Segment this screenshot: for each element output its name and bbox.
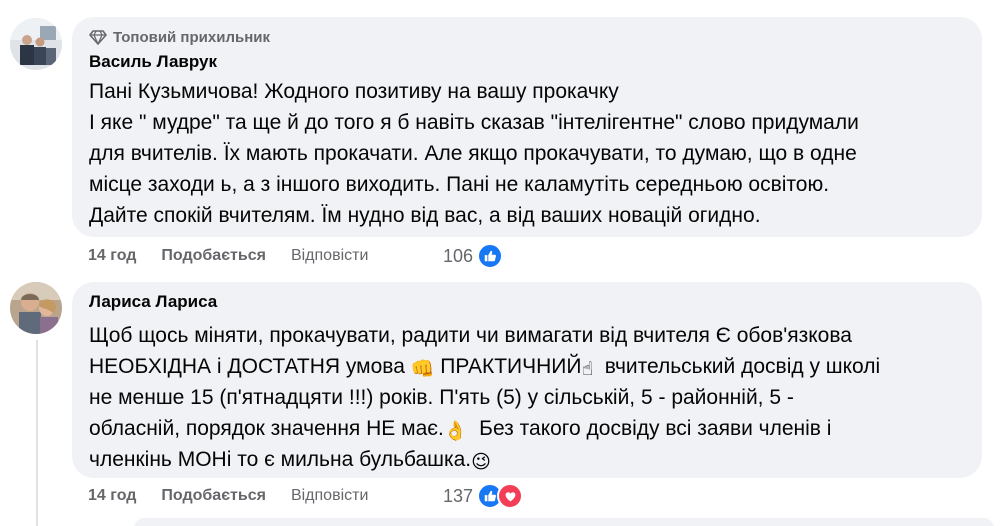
comment-segment: ПРАКТИЧНИЙ: [440, 355, 582, 378]
reply-button[interactable]: Відповісти: [291, 487, 368, 505]
diamond-icon: [89, 28, 107, 46]
fist-emoji: 👊: [410, 359, 435, 380]
like-button[interactable]: Подобається: [161, 487, 266, 505]
point-up-emoji: ☝: [581, 359, 594, 380]
comment-line: місце заходи ь, а з іншого виходить. Пан…: [89, 173, 830, 196]
avatar[interactable]: [10, 282, 62, 334]
thumbs-up-icon: [477, 243, 504, 269]
comment-segment: обласній, порядок значення НЕ має.: [89, 417, 444, 440]
comment-segment: Без такого досвіду всі заяви членів і: [479, 417, 832, 440]
comment-line: Щоб щось міняти, прокачувати, радити чи …: [89, 324, 852, 347]
comment-actions: 14 год Подобається Відповісти: [88, 242, 393, 270]
badge-label: Топовий прихильник: [113, 28, 270, 46]
comment-time[interactable]: 14 год: [88, 247, 136, 265]
avatar[interactable]: [10, 18, 62, 70]
comment-actions: 14 год Подобається Відповісти: [88, 482, 393, 510]
comment-bubble: Топовий прихильник Василь Лаврук Пані Ку…: [72, 17, 982, 237]
wink-emoji: 😉: [471, 452, 491, 473]
comment-text: Пані Кузьмичова! Жодного позитиву на ваш…: [89, 76, 966, 231]
comment-time[interactable]: 14 год: [88, 487, 136, 505]
comment-line: І яке " мудре" та ще й до того я б навіт…: [89, 111, 859, 134]
reply-button[interactable]: Відповісти: [291, 247, 368, 265]
comment-line: НЕОБХІДНА і ДОСТАТНЯ умова 👊 ПРАКТИЧНИЙ☝…: [89, 351, 966, 382]
heart-icon: [497, 483, 524, 509]
reply-thread-line: [36, 340, 38, 526]
comment-line: не менше 15 (п'ятнадцяти !!!) років. П'я…: [89, 386, 794, 409]
comment-segment: вчительський досвід у школі: [604, 355, 881, 378]
comment-line: обласній, порядок значення НЕ має.👌 Без …: [89, 413, 966, 444]
like-button[interactable]: Подобається: [161, 247, 266, 265]
comment-line: Пані Кузьмичова! Жодного позитиву на ваш…: [89, 80, 619, 103]
ok-hand-emoji: 👌: [443, 421, 468, 442]
comments-section: Топовий прихильник Василь Лаврук Пані Ку…: [0, 0, 1004, 526]
avatar-photo: [10, 282, 62, 334]
reaction-count: 137: [443, 485, 474, 506]
comment-line: Дайте спокій вчителям. Їм нудно від вас,…: [89, 204, 761, 227]
comment-line: для вчителів. Їх мають прокачати. Але як…: [89, 142, 857, 165]
top-fan-badge[interactable]: Топовий прихильник: [89, 27, 966, 47]
comment-segment: НЕОБХІДНА і ДОСТАТНЯ умова: [89, 355, 405, 378]
comment-author[interactable]: Василь Лаврук: [89, 51, 966, 73]
comment-bubble: Лариса Лариса Щоб щось міняти, прокачува…: [72, 282, 982, 478]
reaction-summary[interactable]: 137: [443, 482, 524, 510]
avatar-photo: [10, 18, 62, 70]
comment-line: членкінь МОНі то є мильна бульбашка.😉: [89, 444, 966, 475]
comment-author[interactable]: Лариса Лариса: [89, 291, 966, 313]
comment-segment: членкінь МОНі то є мильна бульбашка.: [89, 448, 472, 471]
reply-bubble-partial: [134, 518, 994, 526]
reaction-summary[interactable]: 106: [443, 242, 504, 270]
reaction-count: 106: [443, 245, 474, 266]
comment-text: Щоб щось міняти, прокачувати, радити чи …: [89, 320, 966, 475]
